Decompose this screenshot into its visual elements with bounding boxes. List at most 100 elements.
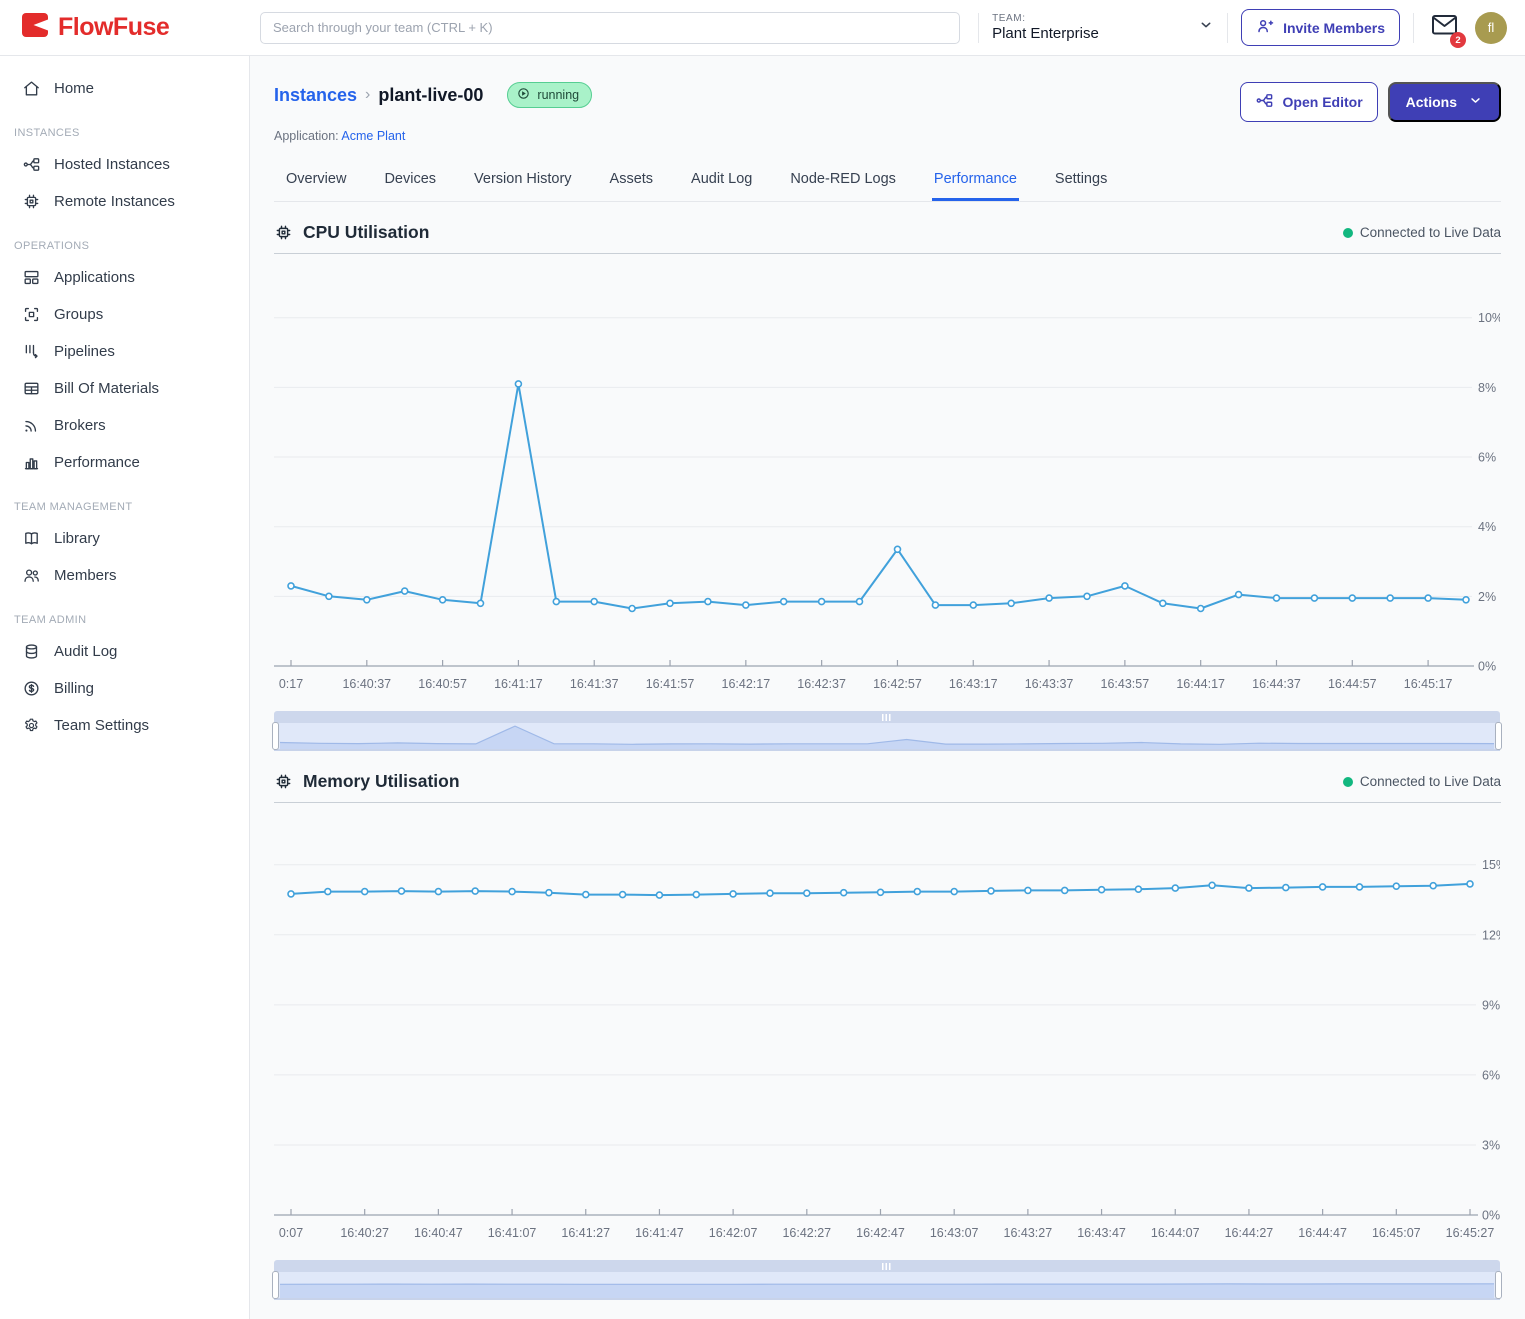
billing-icon [22,679,41,698]
team-selector[interactable]: TEAM: Plant Enterprise [992,13,1214,42]
breadcrumb-instances-link[interactable]: Instances [274,85,357,106]
data-point [472,888,478,894]
data-point [1008,600,1014,606]
x-axis-label: 16:41:57 [646,677,695,691]
tab-node-red-logs[interactable]: Node-RED Logs [788,161,898,201]
memory-utilisation-section: Memory Utilisation Connected to Live Data… [274,771,1501,1300]
sidebar-section-instances: INSTANCES [0,107,249,146]
data-point [326,593,332,599]
minimap-right-handle[interactable] [1495,1271,1502,1299]
application-link[interactable]: Acme Plant [341,129,405,143]
sidebar-item-label: Home [54,80,94,97]
sidebar-item-members[interactable]: Members [0,557,249,594]
x-axis-label: 16:41:07 [488,1226,537,1240]
data-point [478,600,484,606]
data-point [1425,595,1431,601]
flowfuse-logo-icon [20,10,50,45]
x-axis-label: 16:40:27 [340,1226,389,1240]
minimap-grip-icon [882,1263,892,1270]
y-axis-label: 3% [1482,1138,1500,1152]
main-content: Instances › plant-live-00 running Open E… [250,56,1525,1319]
page-title: plant-live-00 [378,85,483,106]
data-point [440,597,446,603]
sidebar-item-billing[interactable]: Billing [0,670,249,707]
data-point [705,599,711,605]
data-point [895,546,901,552]
y-axis-label: 2% [1478,590,1496,604]
data-point [620,892,626,898]
tab-settings[interactable]: Settings [1053,161,1109,201]
applications-icon [22,268,41,287]
invite-members-button[interactable]: Invite Members [1241,9,1400,46]
data-point [1274,595,1280,601]
tab-audit-log[interactable]: Audit Log [689,161,754,201]
data-point [767,890,773,896]
sidebar-item-library[interactable]: Library [0,520,249,557]
sidebar-item-label: Bill Of Materials [54,380,159,397]
actions-button[interactable]: Actions [1388,82,1501,122]
x-axis-label: 16:43:57 [1101,677,1150,691]
data-point [1467,881,1473,887]
data-point [1062,887,1068,893]
chart-title: CPU Utilisation [274,222,429,243]
sidebar-item-hosted-instances[interactable]: Hosted Instances [0,146,249,183]
sidebar-item-remote-instances[interactable]: Remote Instances [0,183,249,220]
x-axis-label: 16:44:37 [1252,677,1301,691]
x-axis-label: 16:41:17 [494,677,543,691]
cpu-utilisation-range-selector [274,711,1500,751]
instance-tabs: Overview Devices Version History Assets Audi… [274,161,1501,202]
minimap-drag-bar[interactable] [274,1260,1500,1272]
tab-assets[interactable]: Assets [608,161,656,201]
minimap-window[interactable] [274,1272,1500,1300]
live-status-dot [1343,777,1353,787]
x-axis-label: 16:45:07 [1372,1226,1421,1240]
open-editor-button[interactable]: Open Editor [1240,82,1378,122]
minimap-window[interactable] [274,723,1500,751]
x-axis-label: 16:40:57 [418,677,467,691]
data-point [656,892,662,898]
sidebar-item-audit-log[interactable]: Audit Log [0,633,249,670]
minimap-drag-bar[interactable] [274,711,1500,723]
memory-utilisation-range-selector [274,1260,1500,1300]
data-point [1393,883,1399,889]
sidebar-item-groups[interactable]: Groups [0,296,249,333]
minimap-right-handle[interactable] [1495,722,1502,750]
x-axis-label: 16:41:27 [561,1226,610,1240]
y-axis-label: 9% [1482,998,1500,1012]
tab-performance[interactable]: Performance [932,161,1019,201]
sidebar-section-team-admin: TEAM ADMIN [0,594,249,633]
avatar[interactable]: fl [1475,12,1507,44]
tab-devices[interactable]: Devices [382,161,438,201]
data-point [1357,884,1363,890]
sidebar-item-team-settings[interactable]: Team Settings [0,707,249,744]
flowfuse-logo[interactable]: FlowFuse [0,10,250,45]
x-axis-label: 16:41:47 [635,1226,684,1240]
pipelines-icon [22,342,41,361]
sidebar-item-brokers[interactable]: Brokers [0,407,249,444]
sidebar-item-bill-of-materials[interactable]: Bill Of Materials [0,370,249,407]
data-point [1283,885,1289,891]
sidebar-item-pipelines[interactable]: Pipelines [0,333,249,370]
brokers-icon [22,416,41,435]
members-icon [22,566,41,585]
sidebar-item-performance[interactable]: Performance [0,444,249,481]
tab-overview[interactable]: Overview [284,161,348,201]
data-point [781,599,787,605]
tab-version-history[interactable]: Version History [472,161,574,201]
data-point [583,892,589,898]
bill-of-materials-icon [22,379,41,398]
notifications-button[interactable]: 2 [1431,14,1458,41]
live-data-status: Connected to Live Data [1343,774,1501,789]
x-axis-label: 16:43:37 [1025,677,1074,691]
sidebar-item-label: Members [54,567,117,584]
editor-icon [1255,91,1274,113]
data-point [362,889,368,895]
search-input[interactable] [260,12,960,44]
minimap-left-handle[interactable] [272,722,279,750]
sidebar-item-applications[interactable]: Applications [0,259,249,296]
y-axis-label: 10% [1478,311,1500,325]
hosted-instances-icon [22,155,41,174]
minimap-left-handle[interactable] [272,1271,279,1299]
chart-title: Memory Utilisation [274,771,460,792]
sidebar-item-home[interactable]: Home [0,70,249,107]
